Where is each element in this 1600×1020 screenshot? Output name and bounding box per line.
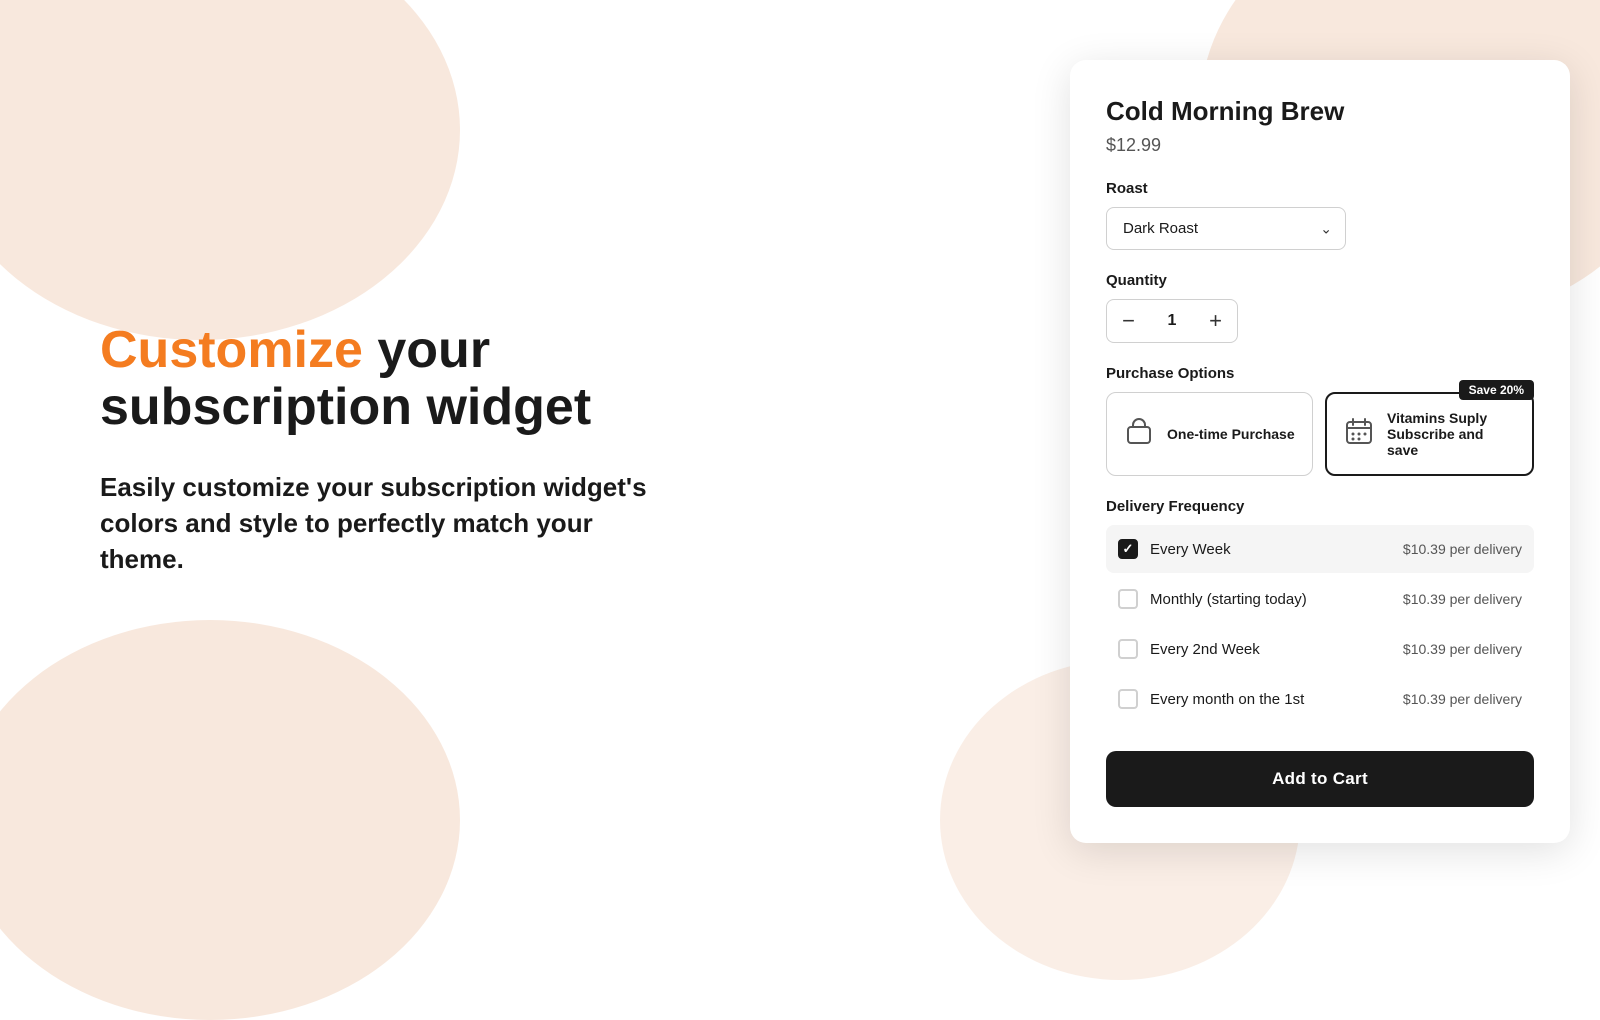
purchase-option-subscribe[interactable]: Save 20%: [1325, 392, 1534, 476]
delivery-label-every-2nd-week: Every 2nd Week: [1150, 641, 1260, 658]
delivery-section: Delivery Frequency Every Week $10.39 per…: [1106, 498, 1534, 723]
bag-icon: [1123, 415, 1155, 454]
quantity-label: Quantity: [1106, 272, 1534, 289]
product-title: Cold Morning Brew: [1106, 96, 1534, 127]
purchase-option-subscribe-label: Vitamins SuplySubscribe and save: [1387, 410, 1516, 458]
quantity-value: 1: [1150, 299, 1194, 343]
purchase-option-one-time[interactable]: One-time Purchase: [1106, 392, 1313, 476]
widget-card: Cold Morning Brew $12.99 Roast Light Roa…: [1070, 60, 1570, 843]
roast-section: Roast Light Roast Medium Roast Dark Roas…: [1106, 180, 1534, 250]
roast-select-wrapper[interactable]: Light Roast Medium Roast Dark Roast ⌄: [1106, 207, 1346, 250]
delivery-option-every-month-1st-left: Every month on the 1st: [1118, 689, 1304, 709]
delivery-label: Delivery Frequency: [1106, 498, 1534, 515]
calendar-icon: [1343, 415, 1375, 454]
delivery-option-monthly[interactable]: Monthly (starting today) $10.39 per deli…: [1106, 575, 1534, 623]
roast-label: Roast: [1106, 180, 1534, 197]
delivery-option-monthly-left: Monthly (starting today): [1118, 589, 1307, 609]
add-to-cart-button[interactable]: Add to Cart: [1106, 751, 1534, 807]
delivery-option-every-week-left: Every Week: [1118, 539, 1231, 559]
hero-description: Easily customize your subscription widge…: [100, 469, 680, 578]
delivery-label-monthly: Monthly (starting today): [1150, 591, 1307, 608]
delivery-price-monthly: $10.39 per delivery: [1403, 591, 1522, 607]
roast-select[interactable]: Light Roast Medium Roast Dark Roast: [1106, 207, 1346, 250]
delivery-option-every-2nd-week[interactable]: Every 2nd Week $10.39 per delivery: [1106, 625, 1534, 673]
purchase-section: Purchase Options One-time Purchase: [1106, 365, 1534, 476]
delivery-price-every-month-1st: $10.39 per delivery: [1403, 691, 1522, 707]
delivery-option-every-month-1st[interactable]: Every month on the 1st $10.39 per delive…: [1106, 675, 1534, 723]
checkbox-every-2nd-week[interactable]: [1118, 639, 1138, 659]
delivery-option-every-week[interactable]: Every Week $10.39 per delivery: [1106, 525, 1534, 573]
checkbox-every-month-1st[interactable]: [1118, 689, 1138, 709]
delivery-label-every-week: Every Week: [1150, 541, 1231, 558]
quantity-section: Quantity − 1 +: [1106, 272, 1534, 343]
purchase-option-one-time-label: One-time Purchase: [1167, 426, 1295, 442]
quantity-controls: − 1 +: [1106, 299, 1534, 343]
hero-accent: Customize: [100, 321, 363, 379]
delivery-price-every-2nd-week: $10.39 per delivery: [1403, 641, 1522, 657]
left-panel: Customize yoursubscription widget Easily…: [0, 0, 1040, 900]
delivery-price-every-week: $10.39 per delivery: [1403, 541, 1522, 557]
hero-title: Customize yoursubscription widget: [100, 322, 940, 436]
minus-icon: −: [1122, 308, 1135, 334]
delivery-option-every-2nd-week-left: Every 2nd Week: [1118, 639, 1260, 659]
save-badge: Save 20%: [1459, 380, 1534, 400]
checkbox-monthly[interactable]: [1118, 589, 1138, 609]
quantity-decrease-button[interactable]: −: [1106, 299, 1150, 343]
quantity-increase-button[interactable]: +: [1194, 299, 1238, 343]
purchase-options: One-time Purchase Save 20%: [1106, 392, 1534, 476]
product-price: $12.99: [1106, 135, 1534, 156]
plus-icon: +: [1209, 308, 1222, 334]
checkbox-every-week[interactable]: [1118, 539, 1138, 559]
right-panel: Cold Morning Brew $12.99 Roast Light Roa…: [1040, 0, 1600, 900]
delivery-label-every-month-1st: Every month on the 1st: [1150, 691, 1304, 708]
